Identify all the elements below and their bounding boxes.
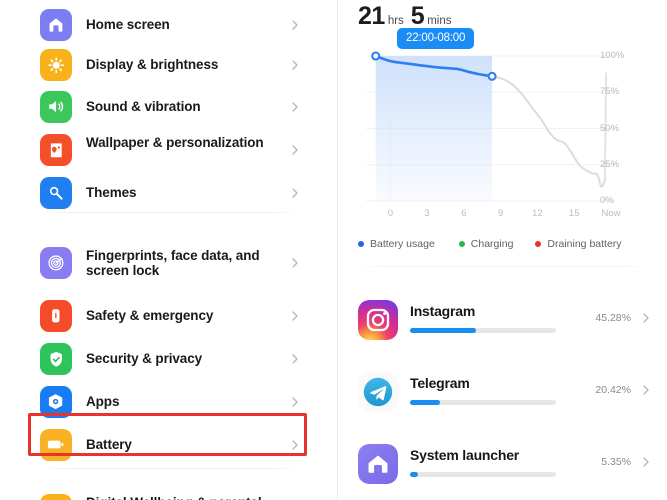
app-percent: 45.28% <box>595 312 631 324</box>
chevron-right-icon[interactable] <box>289 353 301 365</box>
sidebar-item-battery[interactable]: Battery <box>0 420 337 470</box>
sidebar-item-label: Home screen <box>86 17 170 32</box>
app-usage-bar-fill <box>410 472 418 477</box>
legend-item: Charging <box>458 238 514 250</box>
chart-x-tick: 15 <box>568 208 580 219</box>
apps-icon <box>40 386 72 418</box>
app-usage-row[interactable]: System launcher 5.35% <box>338 434 667 498</box>
battery-detail-panel: 21 hrs 5 mins 22:00-08:00 0% 25% 50% 75% 100% 0… <box>338 0 667 500</box>
chart-y-tick: 50% <box>600 122 620 134</box>
chart-x-tick: 6 <box>461 208 467 219</box>
sidebar-item-label: Digital Wellbeing & parental <box>86 495 293 500</box>
chevron-right-icon[interactable] <box>640 455 651 467</box>
app-usage-bar-track <box>410 400 556 405</box>
chevron-right-icon[interactable] <box>289 101 301 113</box>
brightness-icon <box>40 49 72 81</box>
app-usage-row[interactable]: Telegram 20.42% <box>338 362 667 426</box>
app-percent: 5.35% <box>601 456 631 468</box>
battery-icon <box>40 429 72 461</box>
duration-hours-unit: hrs <box>387 15 404 27</box>
legend-dot <box>458 241 465 247</box>
app-usage-bar-track <box>410 328 556 333</box>
legend-item: Battery usage <box>358 238 435 250</box>
chevron-right-icon[interactable] <box>289 19 301 31</box>
legend-label: Charging <box>470 238 514 250</box>
wallpaper-icon <box>40 134 72 166</box>
sidebar-item-label: Wallpaper & personalization <box>86 135 264 150</box>
fingerprint-icon <box>40 247 72 279</box>
sidebar-item-label: Fingerprints, face data, and screen lock <box>86 248 260 278</box>
chevron-right-icon[interactable] <box>289 310 301 322</box>
instagram-icon <box>358 300 398 340</box>
app-name: System launcher <box>410 447 520 463</box>
chart-y-tick: 75% <box>600 86 620 98</box>
app-name: Telegram <box>410 375 470 391</box>
legend-dot <box>535 241 542 247</box>
sidebar-item-digital-wellbeing-parental[interactable]: Digital Wellbeing & parental <box>0 485 337 500</box>
chevron-right-icon[interactable] <box>289 396 301 408</box>
chevron-right-icon[interactable] <box>289 257 301 269</box>
duration-minutes: 5 <box>410 2 425 30</box>
safety-icon <box>40 300 72 332</box>
chart-y-tick: 0% <box>600 195 614 206</box>
duration-minutes-unit: mins <box>427 15 452 27</box>
chevron-right-icon[interactable] <box>289 59 301 71</box>
chart-x-tick: 9 <box>498 208 504 219</box>
sidebar-item-label: Safety & emergency <box>86 308 214 323</box>
sidebar-item-themes[interactable]: Themes <box>0 168 337 218</box>
battery-duration: 21 hrs 5 mins <box>358 2 458 31</box>
sidebar-item-label: Themes <box>86 185 137 200</box>
chevron-right-icon[interactable] <box>289 187 301 199</box>
app-percent: 20.42% <box>595 384 631 396</box>
chart-y-tick: 100% <box>600 50 625 61</box>
legend-label: Battery usage <box>370 238 435 250</box>
chevron-right-icon[interactable] <box>289 439 301 451</box>
sidebar-item-label: Display & brightness <box>86 57 219 72</box>
chevron-right-icon[interactable] <box>289 144 301 156</box>
home-icon <box>40 9 72 41</box>
system-launcher-icon <box>358 444 398 484</box>
speaker-icon <box>40 91 72 123</box>
shield-check-icon <box>40 343 72 375</box>
sidebar-item-fingerprints-face-data-and-screen-lock[interactable]: Fingerprints, face data, and screen lock <box>0 238 337 288</box>
legend-divider <box>358 266 648 267</box>
sidebar-item-label: Battery <box>86 437 132 452</box>
duration-hours: 21 <box>358 2 385 30</box>
legend-item: Draining battery <box>535 238 622 250</box>
chart-legend: Battery usage Charging Draining battery <box>358 238 648 250</box>
sidebar-item-label: Sound & vibration <box>86 99 201 114</box>
settings-battery-screen: Home screen Display & brightness Sound & … <box>0 0 667 500</box>
chevron-right-icon[interactable] <box>640 311 651 323</box>
legend-dot <box>358 241 364 247</box>
telegram-icon <box>358 372 398 412</box>
chart-y-tick: 25% <box>600 158 620 170</box>
chart-x-tick: 12 <box>532 208 543 219</box>
sidebar-item-label: Apps <box>86 394 120 409</box>
chart-x-tick: 3 <box>424 208 430 219</box>
themes-icon <box>40 177 72 209</box>
wellbeing-icon <box>40 494 72 500</box>
legend-label: Draining battery <box>547 238 622 250</box>
settings-sidebar: Home screen Display & brightness Sound & … <box>0 0 337 500</box>
app-usage-row[interactable]: Instagram 45.28% <box>338 290 667 354</box>
battery-usage-chart: 0% 25% 50% 75% 100% 0 3 6 9 12 15 Now <box>338 40 667 235</box>
app-usage-bar-fill <box>410 400 440 405</box>
app-usage-bar-track <box>410 472 556 477</box>
app-usage-bar-fill <box>410 328 477 333</box>
sidebar-divider <box>40 212 302 213</box>
chevron-right-icon[interactable] <box>640 383 651 395</box>
sidebar-divider <box>40 468 302 469</box>
sidebar-item-label: Security & privacy <box>86 351 203 366</box>
chart-x-tick: Now <box>601 208 621 219</box>
app-name: Instagram <box>410 303 476 319</box>
chart-x-tick: 0 <box>387 208 394 219</box>
